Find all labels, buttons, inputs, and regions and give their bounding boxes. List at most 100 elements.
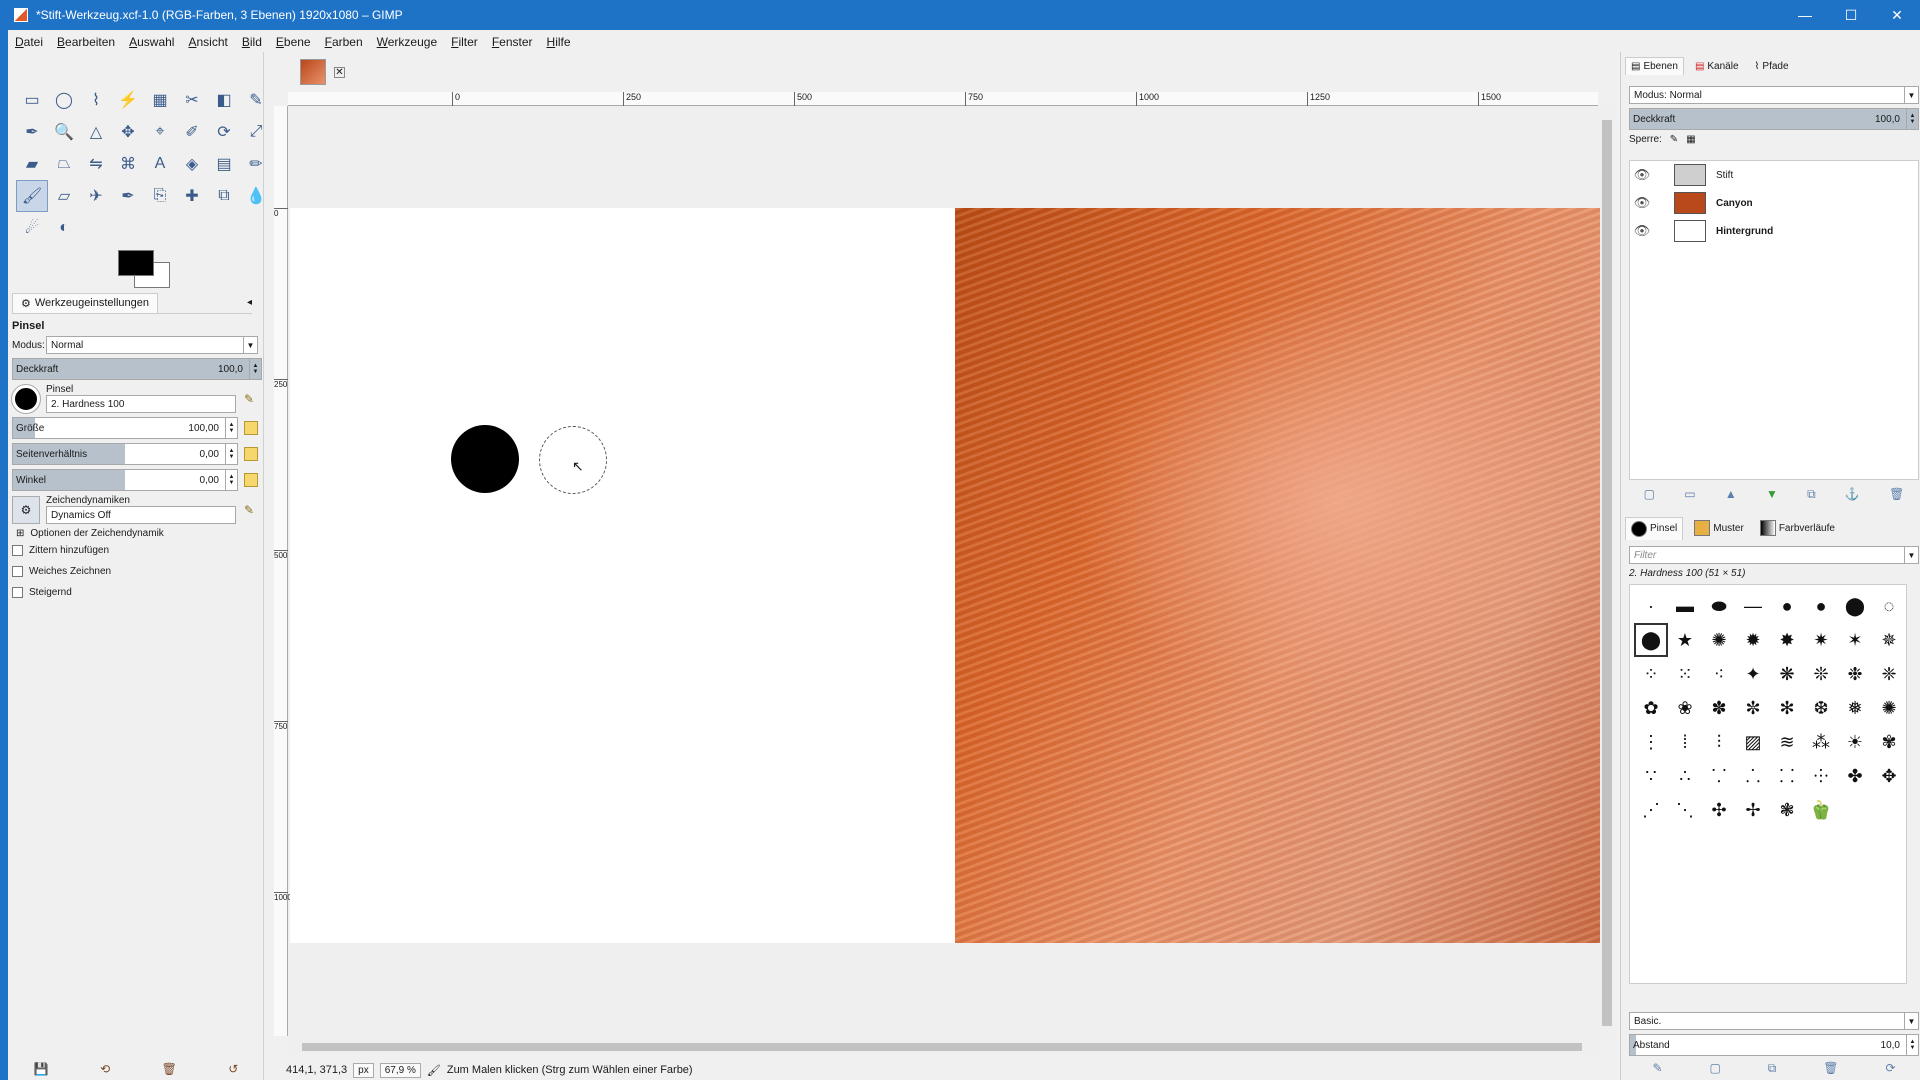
brush-item[interactable]: ● [1804,589,1838,623]
tab-brushes[interactable]: Pinsel [1625,516,1684,540]
brush-item[interactable]: ⬤ [1634,623,1668,657]
ellipse-select-tool-icon[interactable]: ◯ [48,84,80,116]
restore-options-icon[interactable]: ⟲ [100,1062,110,1076]
brush-item[interactable]: ❆ [1804,691,1838,725]
perspective-clone-tool-icon[interactable]: ⧉ [208,180,240,212]
menu-werkzeuge[interactable]: Werkzeuge [370,35,444,49]
perspective-tool-icon[interactable]: ⏢ [48,148,80,180]
canvas-area[interactable]: ↖ [290,106,1600,1040]
brush-item[interactable]: ◌ [1872,589,1906,623]
close-button[interactable]: ✕ [1874,0,1920,30]
brush-item[interactable]: ⬬ [1702,589,1736,623]
brush-item[interactable]: · [1634,589,1668,623]
maximize-button[interactable]: ☐ [1828,0,1874,30]
brush-item[interactable]: ✺ [1702,623,1736,657]
brush-item[interactable]: ● [1770,589,1804,623]
delete-layer-icon[interactable]: 🗑 [1889,487,1904,501]
bucket-fill-tool-icon[interactable]: ◈ [176,148,208,180]
heal-tool-icon[interactable]: ✚ [176,180,208,212]
brush-item[interactable]: ✶ [1838,623,1872,657]
zoom-tool-icon[interactable]: 🔍 [48,116,80,148]
horizontal-scroll-thumb[interactable] [302,1043,1582,1051]
brush-item[interactable]: ⁂ [1804,725,1838,759]
new-brush-icon[interactable]: ▢ [1709,1061,1720,1075]
edit-brush-button-icon[interactable]: ✎ [1652,1061,1662,1075]
rotate-tool-icon[interactable]: ⟳ [208,116,240,148]
jitter-checkbox[interactable] [12,545,23,556]
brush-item[interactable]: ∵ [1634,759,1668,793]
move-tool-icon[interactable]: ✥ [112,116,144,148]
tab-channels[interactable]: ▤ Kanäle [1690,58,1744,75]
align-tool-icon[interactable]: ⌖ [144,116,176,148]
spacing-slider[interactable]: Abstand 10,0 ▲ ▼ [1629,1034,1919,1056]
delete-options-icon[interactable]: 🗑 [162,1062,177,1076]
paths-tool-icon[interactable]: ✎ [240,84,272,116]
brush-item[interactable]: ∴ [1668,759,1702,793]
smooth-checkbox[interactable] [12,566,23,577]
layer-mode-select[interactable]: Modus: Normal ▼ [1629,86,1919,104]
reset-size-icon[interactable] [244,421,258,435]
reset-options-icon[interactable]: ↺ [228,1062,238,1076]
brush-item[interactable]: ❊ [1804,657,1838,691]
unit-select[interactable]: px [353,1062,374,1078]
brush-item[interactable]: ✵ [1872,623,1906,657]
brush-item[interactable]: ✷ [1804,623,1838,657]
brush-item[interactable]: ✸ [1770,623,1804,657]
brush-item[interactable]: ❅ [1838,691,1872,725]
aspect-spin-icon[interactable]: ▲ ▼ [225,444,237,464]
tab-tool-options[interactable]: ⚙ Werkzeugeinstellungen [12,292,159,313]
color-picker-tool-icon[interactable]: ✒ [16,116,48,148]
tab-layers[interactable]: ▤ Ebenen [1625,57,1684,75]
refresh-brushes-icon[interactable]: ⟳ [1885,1061,1895,1075]
brush-item[interactable]: ☀ [1838,725,1872,759]
brush-item[interactable]: ✼ [1736,691,1770,725]
tab-gradients[interactable]: Farbverläufe [1755,517,1840,539]
vertical-scroll-thumb[interactable] [1602,120,1612,1026]
brush-item[interactable]: ⁖ [1702,657,1736,691]
vertical-scrollbar[interactable] [1600,106,1614,1040]
brush-item[interactable]: ❈ [1872,657,1906,691]
brush-item[interactable]: ⋮ [1634,725,1668,759]
image-tab-thumbnail[interactable] [300,59,326,85]
brush-item[interactable]: ✤ [1838,759,1872,793]
anchor-layer-icon[interactable]: ⚓ [1845,487,1860,501]
close-icon[interactable]: ✕ [334,66,345,78]
crop-tool-icon[interactable]: ✐ [176,116,208,148]
lock-pixels-icon[interactable]: ✎ [1670,134,1678,145]
brush-item[interactable]: ✽ [1702,691,1736,725]
scale-tool-icon[interactable]: ⤢ [240,116,272,148]
brush-item[interactable]: — [1736,589,1770,623]
brush-item[interactable]: ⸬ [1770,759,1804,793]
brush-item[interactable]: ✾ [1872,725,1906,759]
horizontal-scrollbar[interactable] [288,1040,1600,1054]
menu-bild[interactable]: Bild [235,35,269,49]
foreground-color-swatch[interactable] [118,250,154,276]
scissors-tool-icon[interactable]: ✂ [176,84,208,116]
brush-item[interactable]: ⋰ [1634,793,1668,827]
brush-field[interactable]: 2. Hardness 100 [46,395,236,413]
spacing-spin-icon[interactable]: ▲ ▼ [1906,1035,1918,1055]
brush-filter-input[interactable]: Filter ▼ [1629,546,1919,564]
free-select-tool-icon[interactable]: ⌇ [80,84,112,116]
menu-fenster[interactable]: Fenster [485,35,540,49]
tab-patterns[interactable]: Muster [1689,517,1749,539]
color-select-tool-icon[interactable]: ▦ [144,84,176,116]
ink-tool-icon[interactable]: ✒ [112,180,144,212]
brush-item[interactable]: ⁘ [1634,657,1668,691]
raise-layer-icon[interactable]: ▲ [1725,487,1737,501]
dynamics-icon[interactable]: ⚙ [12,495,40,524]
blur-tool-icon[interactable]: 💧 [240,180,272,212]
gradient-tool-icon[interactable]: ▤ [208,148,240,180]
edit-brush-icon[interactable]: ✎ [244,392,254,406]
edit-dynamics-icon[interactable]: ✎ [244,503,254,517]
duplicate-brush-icon[interactable]: ⧉ [1768,1061,1777,1076]
dynamics-field[interactable]: Dynamics Off [46,506,236,524]
save-options-icon[interactable]: 💾 [34,1062,49,1076]
incremental-checkbox[interactable] [12,587,23,598]
eraser-tool-icon[interactable]: ▱ [48,180,80,212]
brush-item[interactable]: ⬤ [1838,589,1872,623]
new-group-icon[interactable]: ▭ [1684,487,1695,501]
cage-tool-icon[interactable]: ⌘ [112,148,144,180]
minimize-button[interactable]: — [1782,0,1828,30]
layer-opacity-slider[interactable]: Deckkraft 100,0 ▲ ▼ [1629,108,1919,130]
